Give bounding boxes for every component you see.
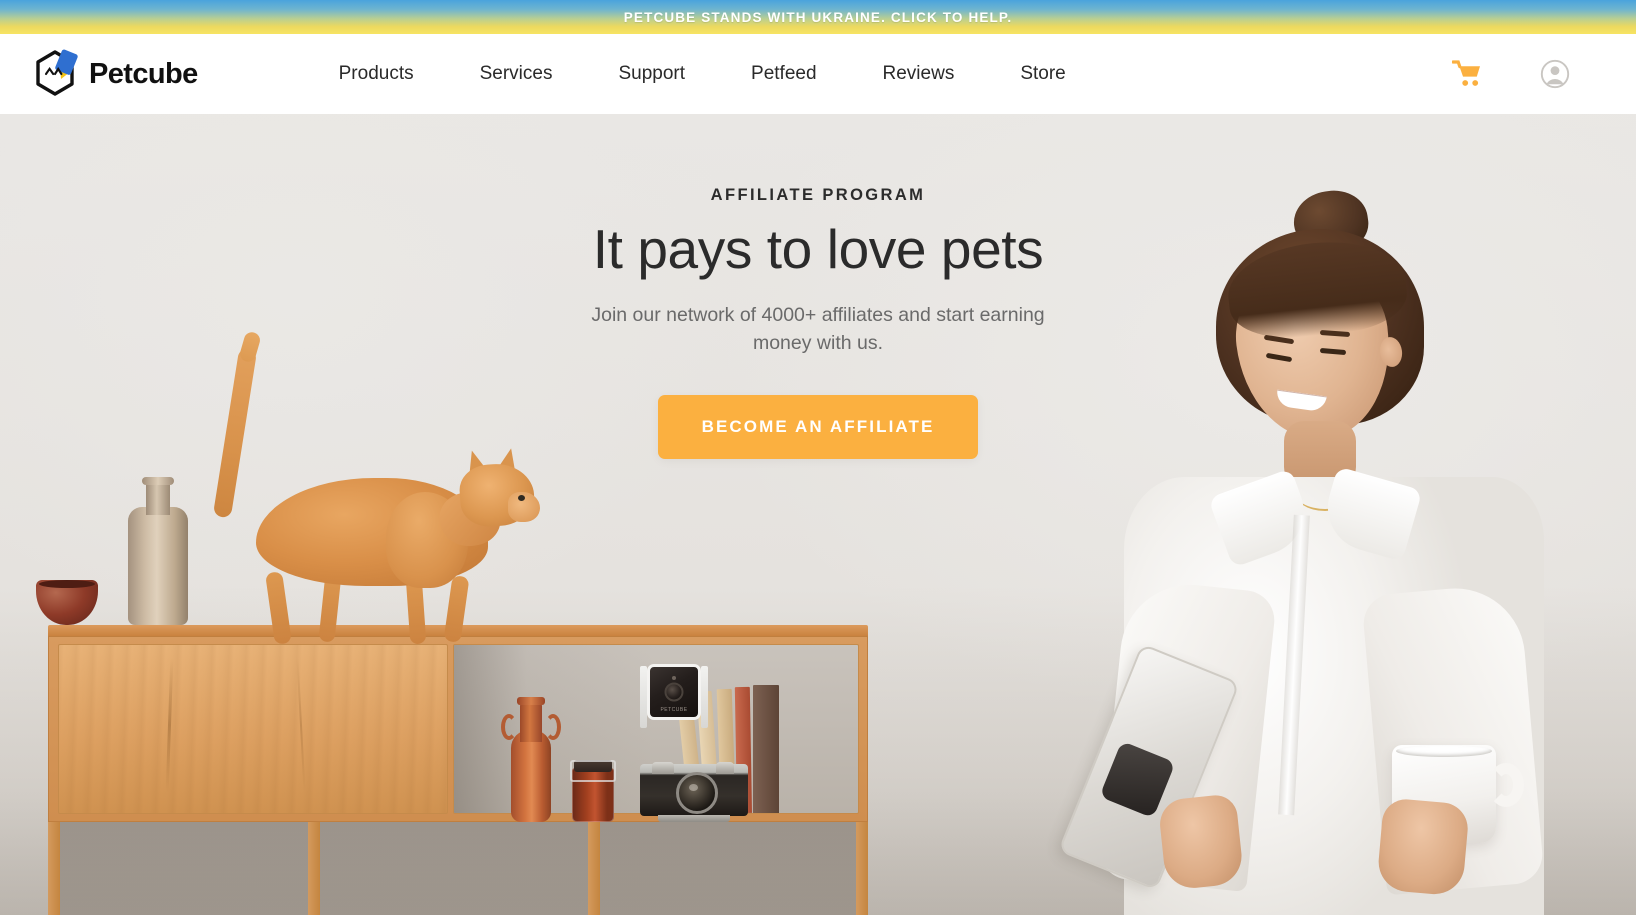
nav-item-store[interactable]: Store [987,63,1098,85]
ukraine-banner-text: PETCUBE STANDS WITH UKRAINE. CLICK TO HE… [623,9,1013,25]
site-header: Petcube Products Services Support Petfee… [0,34,1636,114]
nav-item-support[interactable]: Support [585,63,718,85]
user-account-icon[interactable] [1538,57,1572,91]
hero-eyebrow: AFFILIATE PROGRAM [710,186,926,204]
nav-item-services[interactable]: Services [447,63,586,85]
petcube-hexagon-cat-logo-icon [30,46,82,102]
ukraine-support-banner[interactable]: PETCUBE STANDS WITH UKRAINE. CLICK TO HE… [0,0,1636,34]
tall-stone-vase [128,477,188,625]
woman-with-phone [1057,185,1558,915]
petcube-logo[interactable]: Petcube [30,46,198,102]
petcube-device-brand: PETCUBE [660,707,688,713]
hero-section: PETCUBE AFFILIATE PROGRAM It pays to lov… [0,114,1636,915]
terracotta-amphora-vase [501,697,561,822]
sideboard-cabinet-door [58,644,448,814]
main-navigation: Products Services Support Petfeed Review… [306,63,1450,85]
orange-cat [196,330,540,645]
header-actions [1450,57,1572,91]
become-an-affiliate-button[interactable]: BECOME AN AFFILIATE [657,395,979,460]
hero-subtitle: Join our network of 4000+ affiliates and… [591,303,1045,354]
nav-item-petfeed[interactable]: Petfeed [718,63,850,85]
under-shelf-shadow [60,822,856,915]
wood-grain [165,658,173,793]
glass-spice-jar [570,754,616,822]
vintage-film-camera [640,754,748,822]
wood-grain [296,658,306,793]
petcube-camera-device: PETCUBE [640,658,708,728]
sideboard-legs [48,822,868,915]
page-title: It pays to love pets [592,218,1044,280]
page-root: PETCUBE STANDS WITH UKRAINE. CLICK TO HE… [0,0,1636,915]
nav-item-reviews[interactable]: Reviews [850,63,988,85]
logo-wordmark: Petcube [89,57,198,90]
nav-item-products[interactable]: Products [306,63,447,85]
shopping-cart-icon[interactable] [1450,57,1484,91]
